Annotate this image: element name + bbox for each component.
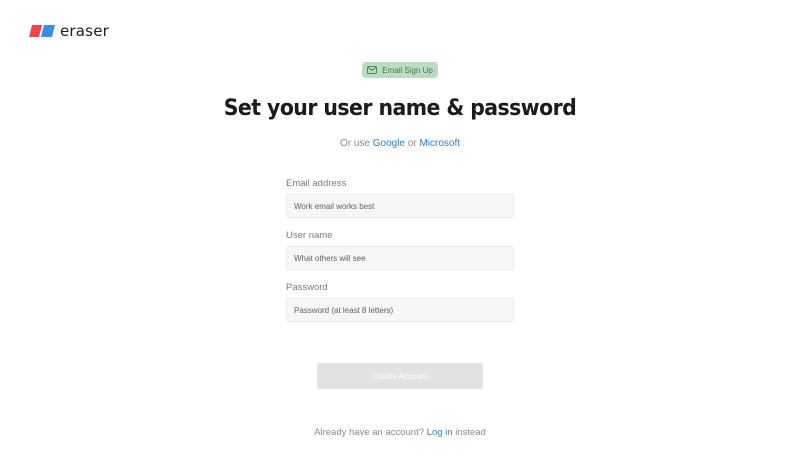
mail-icon xyxy=(367,66,378,74)
password-label: Password xyxy=(286,282,328,293)
alt-login-or: or xyxy=(407,138,417,149)
email-label: Email address xyxy=(286,178,347,189)
login-link[interactable]: Log in xyxy=(427,427,453,438)
login-prompt-suffix: instead xyxy=(455,427,486,438)
eraser-logo-mark xyxy=(29,25,55,37)
logo-text: eraser xyxy=(60,22,109,40)
alt-login-prefix: Or use xyxy=(339,138,370,149)
email-signup-badge: Email Sign Up xyxy=(362,62,438,78)
username-field-group: User name xyxy=(286,230,514,270)
login-prompt: Already have an account? Log in instead xyxy=(0,427,800,438)
alt-login-text: Or use Google or Microsoft xyxy=(0,138,800,149)
password-field-group: Password xyxy=(286,282,514,322)
eraser-logo[interactable]: eraser xyxy=(29,22,109,40)
login-prompt-prefix: Already have an account? xyxy=(314,427,425,438)
email-field-group: Email address xyxy=(286,178,514,218)
password-field[interactable] xyxy=(286,298,514,322)
email-field[interactable] xyxy=(286,194,514,218)
badge-label: Email Sign Up xyxy=(382,65,433,75)
create-account-button[interactable]: Create Account xyxy=(317,363,483,389)
username-label: User name xyxy=(286,230,333,241)
google-login-link[interactable]: Google xyxy=(373,138,405,149)
signup-page: eraser Email Sign Up Set your user name … xyxy=(0,0,800,455)
microsoft-login-link[interactable]: Microsoft xyxy=(419,138,460,149)
username-field[interactable] xyxy=(286,246,514,270)
page-title: Set your user name & password xyxy=(223,96,577,121)
